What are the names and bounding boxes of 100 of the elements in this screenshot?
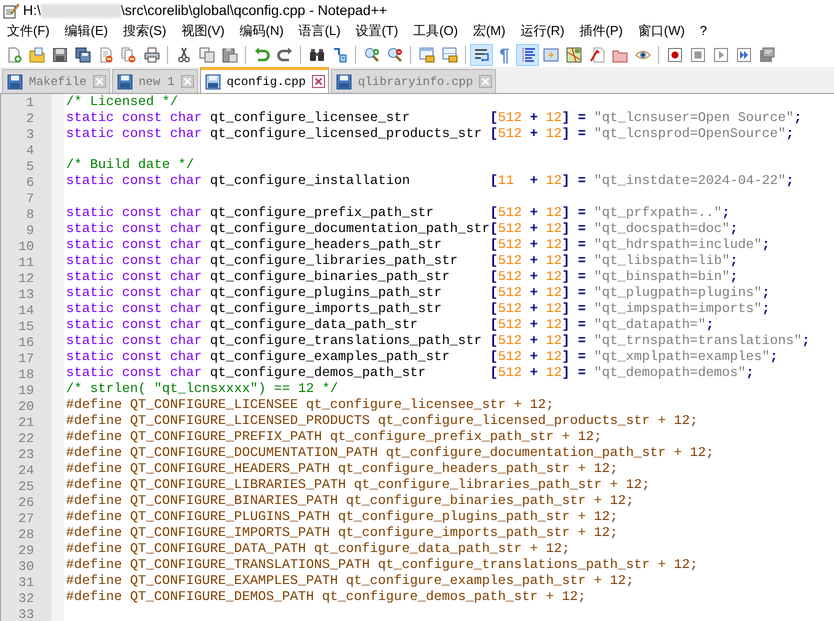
code-line: static const char qt_configure_translations_path_str [512 + 12] = "qt_trnspath=translations"; [66,334,811,350]
line-number: 28 [17,527,35,543]
stop-icon [690,47,706,63]
line-number: 4 [25,143,35,159]
menu-item[interactable]: 语言(L) [292,21,348,41]
line-number: 33 [17,607,35,621]
zoom-out-icon [386,47,402,63]
printer-icon [144,47,160,63]
code-line: static const char qt_configure_licensed_products_str [512 + 12] = "qt_lcnsprod=OpenSource"; [66,127,795,143]
zoom-in-icon [364,47,380,63]
code-line: #define QT_CONFIGURE_LICENSED_PRODUCTS qt_configure_licensed_products_str + 12; [66,414,699,430]
code-line: #define QT_CONFIGURE_DOCUMENTATION_PATH qt_configure_documentation_path_str + 12; [66,446,715,462]
line-number: 15 [17,319,35,335]
line-number: 5 [25,159,35,175]
menu-item[interactable]: 文件(F) [0,21,57,41]
line-number: 6 [25,175,35,191]
window-icon [542,47,558,63]
menu-item[interactable]: ? [692,21,714,41]
code-line: /* Licensed */ [66,95,179,111]
line-number: 27 [17,511,35,527]
menu-item[interactable]: 工具(O) [406,21,465,41]
line-number: 8 [25,207,35,223]
binoculars-icon [308,47,324,63]
line-number: 29 [17,543,35,559]
scissors-icon [176,47,192,63]
window-lock-icon [442,47,458,63]
menu-item[interactable]: 插件(P) [572,21,630,41]
line-number: 16 [17,335,35,351]
pilcrow-button[interactable]: ¶ [493,44,516,66]
code-line: /* strlen( "qt_lcnsxxxx") == 12 */ [66,382,339,398]
code-line: #define QT_CONFIGURE_DEMOS_PATH qt_configure_demos_path_str + 12; [66,590,587,606]
line-number: 11 [17,255,35,271]
indent-guide-icon [520,47,536,63]
line-number: 20 [17,399,35,415]
code-line: #define QT_CONFIGURE_DATA_PATH qt_configure_data_path_str + 12; [66,542,571,558]
floppy-disks-icon [74,47,90,63]
menu-item[interactable]: 宏(M) [466,21,512,41]
menu-item[interactable]: 搜索(S) [116,21,174,41]
line-number: 10 [17,239,35,255]
fast-forward-icon [736,47,752,63]
toolbar-button[interactable] [516,44,539,66]
window-title: H:\ [23,1,41,20]
code-line: static const char qt_configure_documentation_path_str[512 + 12] = "qt_docspath=doc"; [66,222,739,238]
replace-icon [332,47,348,63]
line-number: 30 [17,559,35,575]
redo-icon [276,47,292,63]
clipboard-icon [222,47,238,63]
menu-item[interactable]: 运行(R) [513,21,572,41]
code-line: static const char qt_configure_prefix_path_str [512 + 12] = "qt_prfxpath=.."; [66,206,731,222]
function-list-icon [588,47,604,63]
code-line: #define QT_CONFIGURE_TRANSLATIONS_PATH qt_configure_translations_path_str + 12; [66,558,699,574]
code-line: /* Build date */ [66,158,195,174]
line-number: 25 [17,479,35,495]
folder-icon [28,47,44,63]
record-icon [666,47,682,63]
code-line: static const char qt_configure_libraries_path_str [512 + 12] = "qt_libspath=lib"; [66,254,739,270]
code-line: static const char qt_configure_licensee_str [512 + 12] = "qt_lcnsuser=Open Source"; [66,111,803,127]
code-line: #define QT_CONFIGURE_HEADERS_PATH qt_configure_headers_path_str + 12; [66,462,619,478]
line-number: 23 [17,447,35,463]
code-line: #define QT_CONFIGURE_BINARIES_PATH qt_configure_binaries_path_str + 12; [66,494,635,510]
menu-item[interactable]: 设置(T) [348,21,406,41]
line-number: 17 [17,351,35,367]
line-number: 14 [17,303,35,319]
line-number: 24 [17,463,35,479]
line-number: 3 [25,127,35,143]
code-line: static const char qt_configure_installation [11 + 12] = "qt_instdate=2024-04-22"; [66,174,795,190]
play-icon [712,47,728,63]
line-number: 26 [17,495,35,511]
line-number: 32 [17,591,35,607]
copy-icon [198,47,214,63]
window-lock-icon [418,47,434,63]
code-line: #define QT_CONFIGURE_PLUGINS_PATH qt_configure_plugins_path_str + 12; [66,510,619,526]
line-number: 2 [25,111,35,127]
code-line: #define QT_CONFIGURE_EXAMPLES_PATH qt_configure_examples_path_str + 12; [66,574,635,590]
line-number: 12 [17,271,35,287]
menu-item[interactable]: 编辑(E) [58,21,115,41]
code-line: #define QT_CONFIGURE_LICENSEE qt_configure_licensee_str + 12; [66,398,555,414]
line-number: 13 [17,287,35,303]
menu-item[interactable]: 窗口(W) [630,21,692,41]
code-line: #define QT_CONFIGURE_LIBRARIES_PATH qt_configure_libraries_path_str + 12; [66,478,651,494]
line-number: 18 [17,367,35,383]
code-line: static const char qt_configure_data_path_str [512 + 12] = "qt_datapath="; [66,318,715,334]
word-wrap-icon [474,47,490,63]
line-number: 1 [25,95,35,111]
new-file-icon [6,47,22,63]
menu-item[interactable]: 编码(N) [232,21,291,41]
close-files-icon [120,47,136,63]
close-icon[interactable] [312,75,325,88]
code-line: static const char qt_configure_plugins_path_str [512 + 12] = "qt_plugpath=plugins"; [66,286,771,302]
line-number: 19 [17,383,35,399]
notepad-icon [3,2,19,18]
code-line: static const char qt_configure_demos_path_str [512 + 12] = "qt_demopath=demos"; [66,366,755,382]
code-line: #define QT_CONFIGURE_IMPORTS_PATH qt_configure_imports_path_str + 12; [66,526,619,542]
menu-item[interactable]: 视图(V) [174,21,232,41]
toolbar-button[interactable] [470,44,493,66]
code-line: static const char qt_configure_imports_path_str [512 + 12] = "qt_impspath=imports"; [66,302,771,318]
undo-icon [254,47,270,63]
line-number: 22 [17,431,35,447]
tab[interactable]: qconfig.cpp [200,67,329,93]
window-title: \src\corelib\global\qconfig.cpp - Notepad++ [120,1,388,20]
